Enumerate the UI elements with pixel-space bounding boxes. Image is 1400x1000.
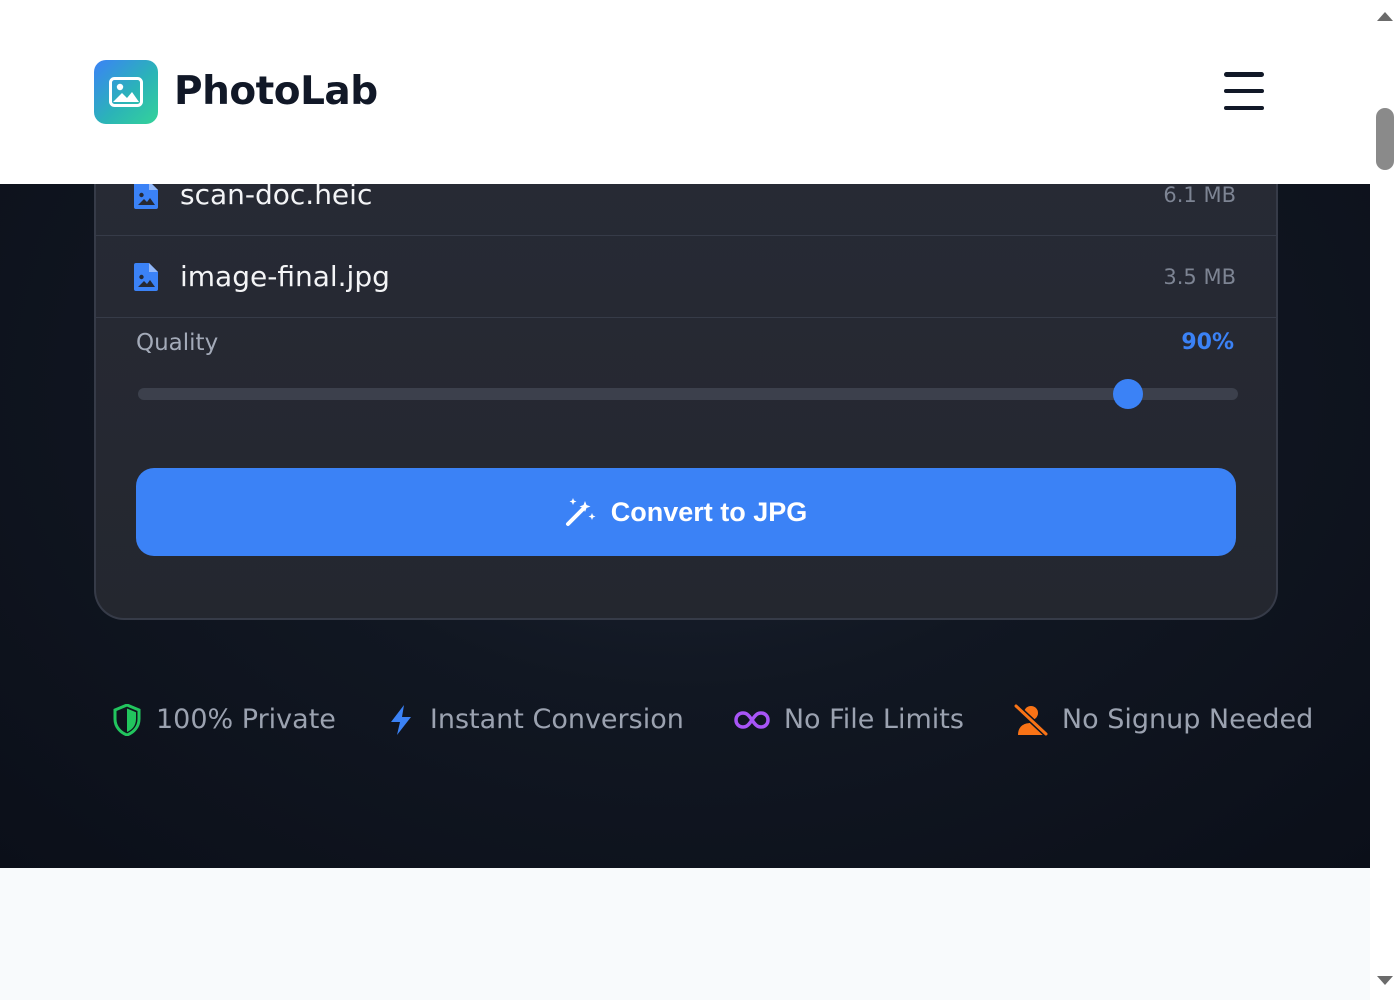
file-image-icon (134, 262, 158, 291)
file-image-icon (134, 180, 158, 209)
scroll-down-arrow-icon[interactable] (1377, 976, 1393, 985)
hamburger-icon (1224, 72, 1264, 77)
convert-button[interactable]: Convert to JPG (136, 468, 1236, 556)
brand-name[interactable]: PhotoLab (174, 67, 378, 117)
scrollbar-thumb[interactable] (1376, 108, 1394, 170)
quality-label: Quality (136, 330, 219, 356)
quality-value: 90% (1181, 330, 1234, 355)
converter-section: scan-doc.heic 6.1 MB image-final.jpg 3.5… (0, 154, 1370, 868)
infinity-icon (734, 711, 770, 729)
quality-slider[interactable] (138, 379, 1238, 409)
feature-label: 100% Private (156, 704, 336, 735)
feature-label: No File Limits (783, 704, 964, 735)
file-size: 6.1 MB (1163, 182, 1236, 207)
file-name: image-final.jpg (180, 259, 390, 293)
user-slash-icon (1012, 704, 1049, 736)
feature-limits: No File Limits (732, 703, 964, 737)
file-row: image-final.jpg 3.5 MB (96, 236, 1276, 318)
feature-label: No Signup Needed (1061, 704, 1314, 735)
quality-slider-thumb[interactable] (1113, 379, 1143, 409)
logo[interactable] (94, 60, 158, 124)
hamburger-menu-button[interactable] (1224, 72, 1264, 110)
convert-button-label: Convert to JPG (610, 497, 808, 527)
feature-signup: No Signup Needed (1012, 703, 1313, 737)
site-header: PhotoLab (0, 0, 1370, 184)
image-icon (109, 77, 143, 107)
bolt-icon (390, 705, 411, 735)
feature-private: 100% Private (110, 703, 336, 737)
magic-wand-icon (565, 498, 596, 526)
feature-label: Instant Conversion (429, 704, 684, 735)
shield-icon (113, 704, 141, 736)
converter-card: scan-doc.heic 6.1 MB image-final.jpg 3.5… (94, 154, 1278, 620)
feature-instant: Instant Conversion (384, 703, 684, 737)
feature-list: 100% Private Instant Conversion No File … (110, 700, 1313, 740)
file-size: 3.5 MB (1163, 264, 1236, 289)
scroll-up-arrow-icon[interactable] (1377, 12, 1393, 21)
